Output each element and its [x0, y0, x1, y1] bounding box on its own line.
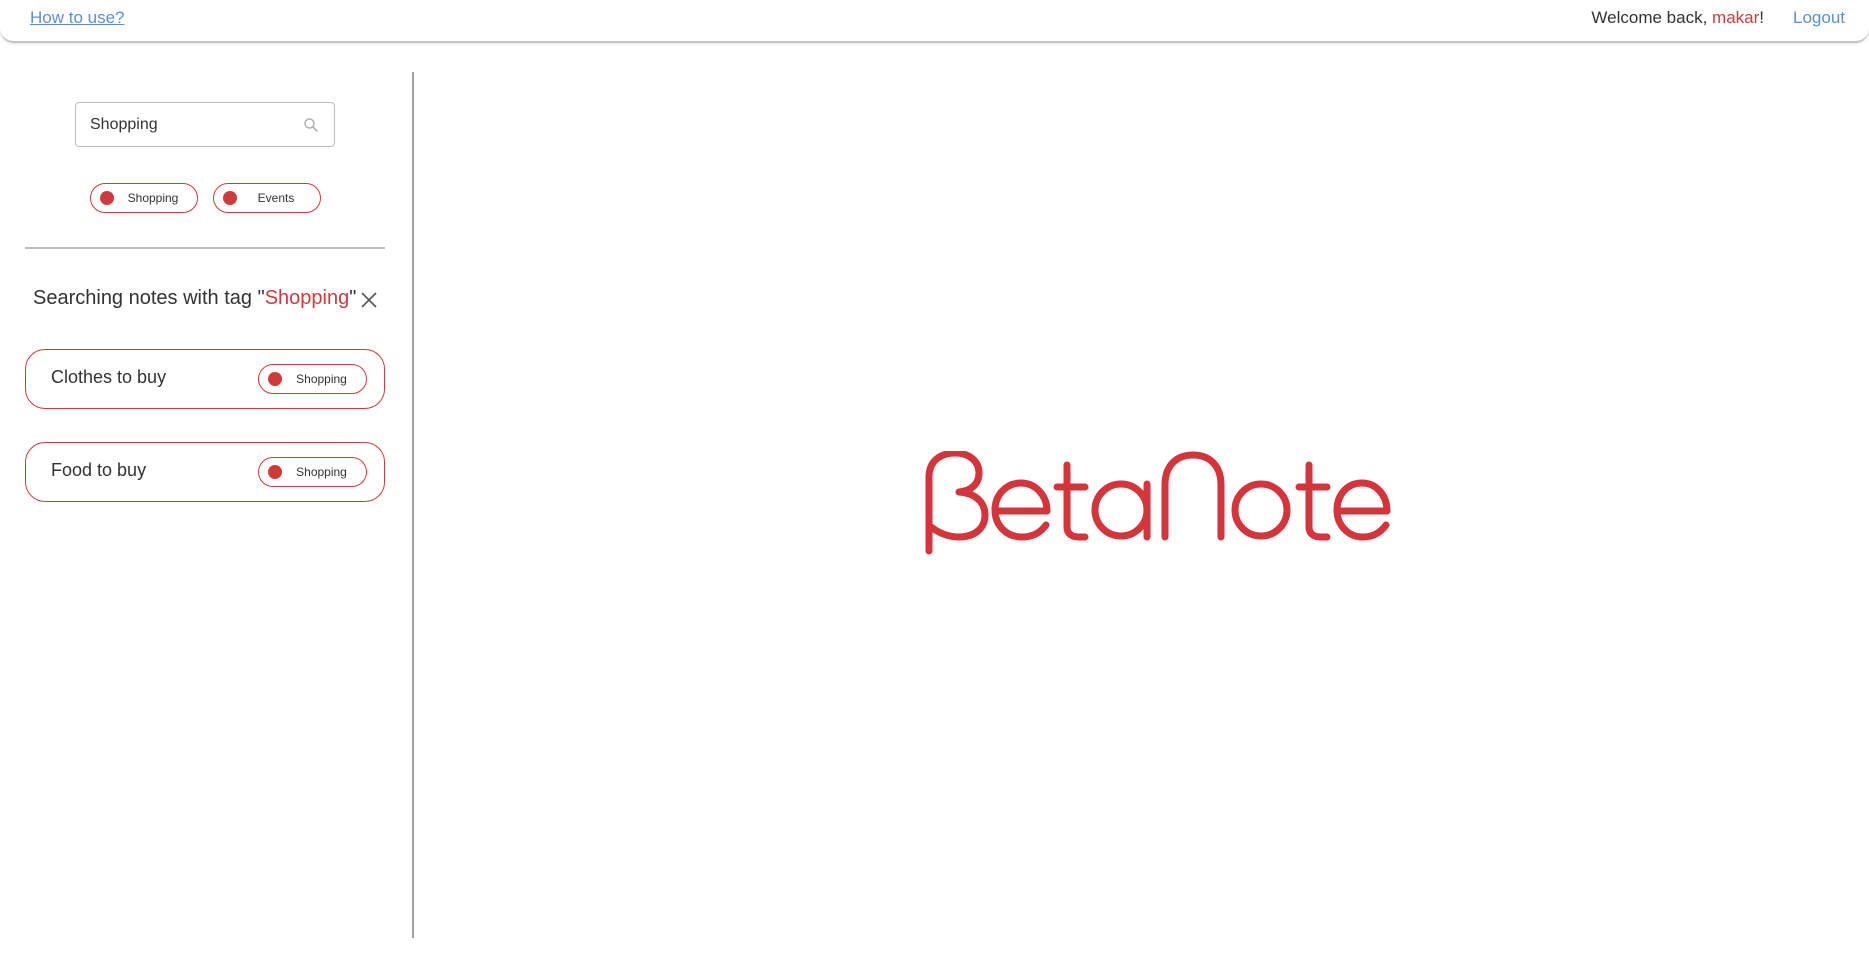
tag-label: Shopping [296, 465, 347, 479]
sidebar: Shopping Events Searching notes with tag… [0, 72, 414, 938]
tag-label: Shopping [127, 191, 179, 205]
betanote-logo [925, 451, 1391, 555]
search-input[interactable] [90, 103, 290, 146]
welcome-message: Welcome back, makar! [1591, 8, 1764, 28]
tag-label: Events [257, 191, 295, 205]
note-tag[interactable]: Shopping [258, 457, 367, 487]
tag-color-dot [268, 465, 282, 479]
note-tag[interactable]: Shopping [258, 364, 367, 394]
search-status-heading: Searching notes with tag "Shopping" [33, 287, 356, 310]
search-heading-prefix: Searching notes with tag " [33, 287, 265, 309]
how-to-use-link[interactable]: How to use? [30, 8, 125, 28]
tag-filter-shopping[interactable]: Shopping [90, 183, 198, 213]
tag-color-dot [223, 191, 237, 205]
note-card[interactable]: Food to buy Shopping [25, 442, 385, 502]
top-bar: How to use? Welcome back, makar! Logout [0, 0, 1869, 43]
logout-button[interactable]: Logout [1793, 8, 1845, 28]
search-heading-tag: Shopping [264, 287, 350, 309]
username: makar [1712, 8, 1760, 27]
note-card[interactable]: Clothes to buy Shopping [25, 349, 385, 409]
search-box [75, 102, 335, 147]
search-icon[interactable] [302, 116, 320, 134]
note-title: Clothes to buy [51, 367, 167, 387]
tag-label: Shopping [296, 372, 347, 386]
sidebar-divider [25, 247, 385, 249]
tag-color-dot [100, 191, 114, 205]
main-area [416, 43, 1869, 961]
note-title: Food to buy [51, 460, 147, 480]
tag-color-dot [268, 372, 282, 386]
welcome-suffix: ! [1759, 8, 1764, 27]
search-heading-suffix: " [349, 287, 357, 309]
close-icon[interactable] [359, 290, 379, 310]
tag-filter-events[interactable]: Events [213, 183, 321, 213]
welcome-prefix: Welcome back, [1591, 8, 1713, 27]
